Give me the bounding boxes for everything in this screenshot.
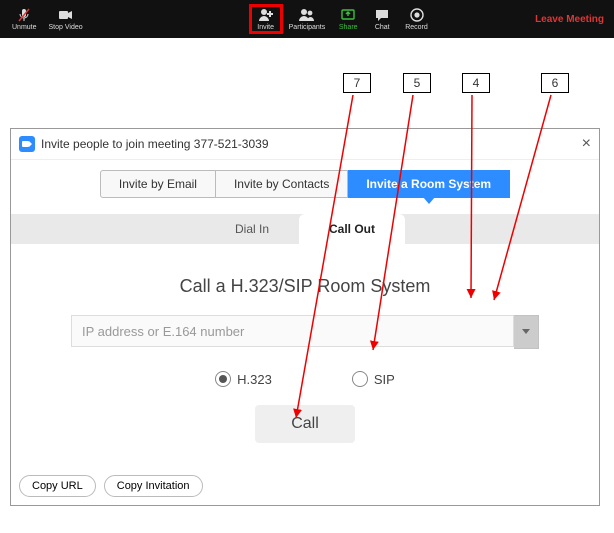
radio-icon (352, 371, 368, 387)
protocol-h323-radio[interactable]: H.323 (215, 371, 272, 387)
close-icon[interactable]: × (582, 136, 591, 152)
dialog-title: Invite people to join meeting 377-521-30… (41, 137, 269, 151)
protocol-sip-radio[interactable]: SIP (352, 371, 395, 387)
chat-label: Chat (375, 24, 390, 31)
record-label: Record (405, 24, 428, 31)
unmute-label: Unmute (12, 24, 37, 31)
annotation-5: 5 (403, 73, 431, 93)
annotation-7: 7 (343, 73, 371, 93)
share-icon (340, 7, 356, 23)
copy-invitation-button[interactable]: Copy Invitation (104, 475, 203, 497)
dialog-footer: Copy URL Copy Invitation (11, 467, 599, 505)
ip-address-input[interactable] (71, 315, 514, 347)
share-label: Share (339, 24, 358, 31)
dial-in-tab[interactable]: Dial In (205, 214, 299, 244)
leave-meeting-button[interactable]: Leave Meeting (535, 14, 608, 25)
mic-icon (18, 7, 30, 23)
radio-icon (215, 371, 231, 387)
chevron-down-icon (522, 329, 530, 335)
call-out-heading: Call a H.323/SIP Room System (71, 276, 539, 297)
invite-dialog: Invite people to join meeting 377-521-30… (10, 128, 600, 506)
participants-label: Participants (289, 24, 326, 31)
participants-icon (298, 7, 316, 23)
chat-icon (374, 7, 390, 23)
invite-icon (258, 7, 274, 23)
dialog-header: Invite people to join meeting 377-521-30… (11, 129, 599, 160)
annotation-6: 6 (541, 73, 569, 93)
record-button[interactable]: Record (399, 5, 434, 33)
camera-icon (58, 7, 74, 23)
invite-by-contacts-tab[interactable]: Invite by Contacts (216, 170, 348, 198)
call-button[interactable]: Call (255, 405, 355, 443)
participants-button[interactable]: Participants (283, 5, 332, 33)
stop-video-button[interactable]: Stop Video (43, 5, 89, 33)
room-system-tabs: Dial In Call Out (11, 214, 599, 244)
annotation-4: 4 (462, 73, 490, 93)
invite-label: Invite (257, 24, 274, 31)
invite-method-tabs: Invite by Email Invite by Contacts Invit… (11, 160, 599, 214)
ip-history-dropdown[interactable] (514, 315, 539, 349)
stop-video-label: Stop Video (49, 24, 83, 31)
zoom-icon (19, 136, 35, 152)
record-icon (410, 7, 424, 23)
invite-button[interactable]: Invite (249, 4, 283, 34)
call-out-tab[interactable]: Call Out (299, 214, 405, 244)
protocol-sip-label: SIP (374, 372, 395, 387)
unmute-button[interactable]: Unmute (6, 5, 43, 33)
invite-by-email-tab[interactable]: Invite by Email (100, 170, 216, 198)
share-button[interactable]: Share (331, 5, 365, 33)
chat-button[interactable]: Chat (365, 5, 399, 33)
copy-url-button[interactable]: Copy URL (19, 475, 96, 497)
meeting-toolbar: Unmute Stop Video Invite Participants Sh… (0, 0, 614, 38)
invite-room-system-tab[interactable]: Invite a Room System (348, 170, 510, 198)
protocol-h323-label: H.323 (237, 372, 272, 387)
